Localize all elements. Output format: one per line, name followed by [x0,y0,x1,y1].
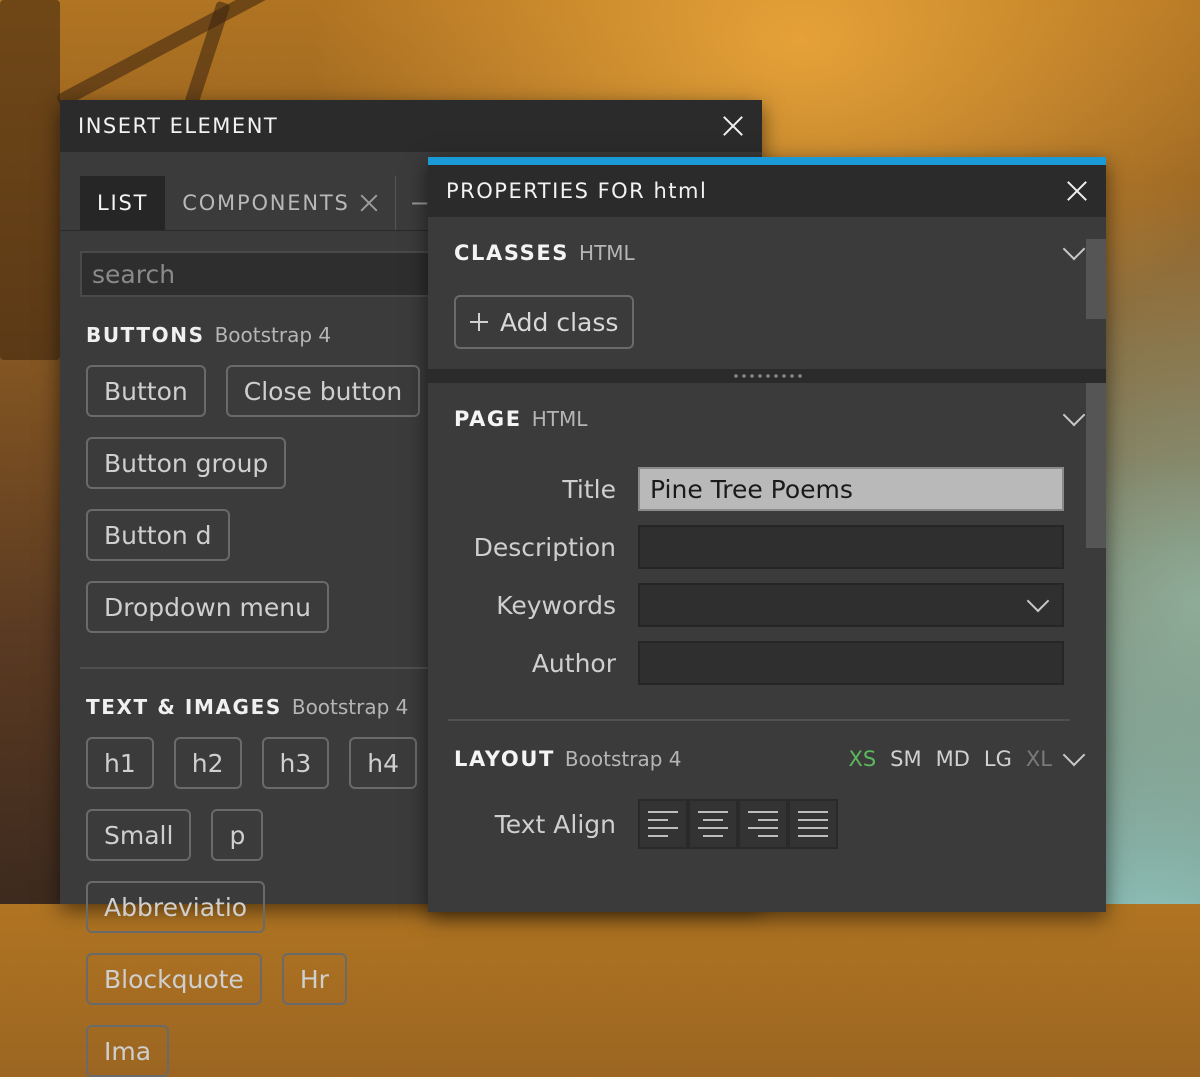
element-chip-button-dropdown[interactable]: Button d [86,509,230,561]
classes-section: CLASSES HTML Add class [428,217,1106,383]
search-input[interactable] [80,251,480,297]
align-justify-icon[interactable] [788,799,838,849]
chevron-down-icon[interactable] [1062,403,1086,427]
tab-list[interactable]: LIST [80,176,166,230]
breakpoint-sm[interactable]: SM [890,747,921,771]
title-field[interactable]: Pine Tree Poems [638,467,1064,511]
layout-header[interactable]: LAYOUT Bootstrap 4 XS SM MD LG XL [428,721,1106,797]
drag-handle-icon [732,374,802,378]
field-label: Author [531,648,616,678]
form-row-keywords: Keywords [428,583,1106,627]
classes-header[interactable]: CLASSES HTML [428,223,1106,283]
form-row-description: Description [428,525,1106,569]
author-field[interactable] [638,641,1064,685]
section-subtitle: Bootstrap 4 [564,747,682,771]
element-chip-h3[interactable]: h3 [261,737,330,789]
chevron-down-icon[interactable] [1062,237,1086,261]
field-label: Title [562,474,616,504]
text-align-group [638,799,838,849]
element-chip-h4[interactable]: h4 [349,737,418,789]
form-row-title: Title Pine Tree Poems [428,467,1106,511]
element-chip-hr[interactable]: Hr [281,953,347,1005]
properties-panel: PROPERTIES FOR html CLASSES HTML Add cla… [428,157,1106,912]
add-class-button[interactable]: Add class [454,295,634,349]
keywords-select[interactable] [638,583,1064,627]
element-chip-dropdown-menu[interactable]: Dropdown menu [86,581,329,633]
element-chip-small[interactable]: Small [86,809,192,861]
align-right-icon[interactable] [738,799,788,849]
element-chip-image[interactable]: Ima [86,1025,170,1077]
breakpoint-xs[interactable]: XS [848,747,876,771]
properties-panel-header: PROPERTIES FOR html [428,165,1106,217]
element-chip-button[interactable]: Button [86,365,206,417]
element-chip-abbreviation[interactable]: Abbreviatio [86,881,266,933]
insert-panel-title: INSERT ELEMENT [78,114,279,138]
chevron-down-icon[interactable] [1062,743,1086,767]
chevron-down-icon[interactable] [1026,589,1050,613]
section-subtitle: Bootstrap 4 [214,323,332,347]
close-icon[interactable] [722,115,744,137]
tab-components[interactable]: COMPONENTS [165,176,394,230]
tab-label: COMPONENTS [182,191,350,215]
field-label: Text Align [494,809,616,839]
align-left-icon[interactable] [638,799,688,849]
section-subtitle: HTML [531,407,588,431]
scrollbar-thumb[interactable] [1086,239,1106,319]
element-chip-h1[interactable]: h1 [86,737,154,789]
close-icon[interactable] [1066,180,1088,202]
panel-splitter[interactable] [428,369,1106,383]
insert-panel-header: INSERT ELEMENT [60,100,762,152]
tree-silhouette [0,0,60,360]
section-title: TEXT & IMAGES [86,695,282,719]
scrollbar-thumb[interactable] [1086,383,1106,548]
align-center-icon[interactable] [688,799,738,849]
breakpoint-selector: XS SM MD LG XL [848,747,1052,771]
element-chip-close-button[interactable]: Close button [225,365,421,417]
tab-label: LIST [97,191,149,215]
text-images-list: h1 h2 h3 h4 Small p Abbreviatio Blockquo… [86,737,446,1077]
breakpoint-md[interactable]: MD [936,747,970,771]
section-title: PAGE [454,407,522,431]
field-value: Pine Tree Poems [650,474,853,504]
plus-icon [470,313,488,331]
description-field[interactable] [638,525,1064,569]
buttons-list: Button Close button Button group Button … [86,365,446,633]
element-chip-button-group[interactable]: Button group [86,437,287,489]
element-chip-blockquote[interactable]: Blockquote [86,953,262,1005]
section-title: BUTTONS [86,323,205,347]
section-subtitle: HTML [579,241,635,265]
properties-panel-title: PROPERTIES FOR html [446,179,708,203]
section-title: CLASSES [454,241,570,265]
field-label: Keywords [496,590,616,620]
breakpoint-xl[interactable]: XL [1026,747,1052,771]
section-subtitle: Bootstrap 4 [291,695,409,719]
element-chip-p[interactable]: p [211,809,264,861]
field-label: Description [473,532,616,562]
layout-section: LAYOUT Bootstrap 4 XS SM MD LG XL Text A… [428,721,1106,849]
page-header[interactable]: PAGE HTML [428,383,1106,455]
page-section: PAGE HTML Title Pine Tree Poems Descript… [428,383,1106,721]
form-row-author: Author [428,641,1106,685]
form-row-text-align: Text Align [428,799,1106,849]
add-class-label: Add class [500,307,619,337]
breakpoint-lg[interactable]: LG [984,747,1012,771]
element-chip-h2[interactable]: h2 [173,737,242,789]
close-icon[interactable] [360,194,378,212]
section-title: LAYOUT [454,747,555,771]
